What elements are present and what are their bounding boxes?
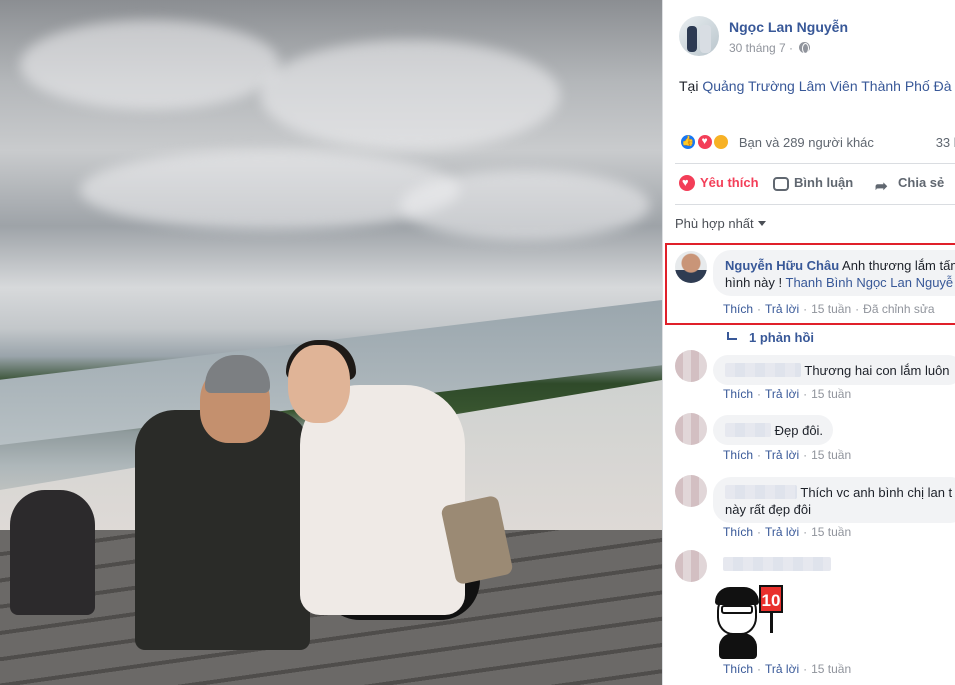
sort-dropdown[interactable]: Phù hợp nhất xyxy=(675,216,766,231)
comment-text: Thích vc anh bình chị lan t xyxy=(800,485,953,500)
redacted-name xyxy=(725,363,801,377)
share-label: Chia sẻ xyxy=(898,175,945,190)
author-name[interactable]: Ngọc Lan Nguyễn xyxy=(729,19,848,35)
comment-reply-link[interactable]: Trả lời xyxy=(765,525,799,539)
comment-actions: Thích · Trả lời · 15 tuần xyxy=(723,662,852,676)
mention-link[interactable]: Thanh Bình Ngọc Lan Nguyễ xyxy=(786,275,954,290)
author-avatar[interactable] xyxy=(679,16,719,56)
love-reaction-icon: ♥ xyxy=(695,133,714,151)
commenter-avatar[interactable] xyxy=(675,475,707,507)
comment-actions: Thích · Trả lời · 15 tuần xyxy=(723,525,852,539)
share-button[interactable]: ➦ Chia sẻ xyxy=(875,175,944,194)
comment-time[interactable]: 15 tuần xyxy=(811,662,851,676)
comment-reply-link[interactable]: Trả lời xyxy=(765,662,799,676)
comment-time[interactable]: 15 tuần xyxy=(811,387,851,401)
location-prefix: Tại xyxy=(679,78,699,94)
commenter-name[interactable]: Nguyễn Hữu Châu xyxy=(725,258,839,273)
comment-like-link[interactable]: Thích xyxy=(723,525,753,539)
comment-actions: Thích · Trả lời · 15 tuần · Đã chỉnh sửa xyxy=(723,302,935,316)
commenter-avatar[interactable] xyxy=(675,413,707,445)
comment-actions: Thích · Trả lời · 15 tuần xyxy=(723,448,852,462)
comments-count[interactable]: 33 b xyxy=(936,135,955,150)
sticker-sign-stick xyxy=(770,613,773,633)
reactions-summary[interactable]: 👍 ♥ Bạn và 289 người khác xyxy=(679,133,874,153)
like-reaction-icon: 👍 xyxy=(679,133,697,151)
divider xyxy=(675,204,955,205)
comment-label: Bình luận xyxy=(794,175,854,190)
redacted-name xyxy=(725,423,771,437)
redacted-name xyxy=(725,485,797,499)
comment-like-link[interactable]: Thích xyxy=(723,387,753,401)
commenter-avatar[interactable] xyxy=(675,251,707,283)
post-location: Tại Quảng Trường Lâm Viên Thành Phố Đà xyxy=(679,78,952,94)
sticker-image[interactable]: 10 xyxy=(715,585,785,660)
replies-label: 1 phản hồi xyxy=(749,330,814,345)
share-arrow-icon: ➦ xyxy=(875,178,888,195)
comment-reply-link[interactable]: Trả lời xyxy=(765,302,799,316)
background-person xyxy=(10,490,95,615)
comment-like-link[interactable]: Thích xyxy=(723,448,753,462)
sticker-score-sign: 10 xyxy=(759,585,783,613)
post-sidebar: Ngọc Lan Nguyễn 30 tháng 7 · Tại Quảng T… xyxy=(662,0,955,685)
reply-arrow-icon xyxy=(727,332,737,340)
comment-like-link[interactable]: Thích xyxy=(723,302,753,316)
man-figure xyxy=(135,410,310,650)
comment-like-link[interactable]: Thích xyxy=(723,662,753,676)
reactions-text: Bạn và 289 người khác xyxy=(738,134,874,150)
comment-bubble: Thích vc anh bình chị lan t này rất đẹp … xyxy=(713,477,955,523)
comment-time[interactable]: 15 tuần xyxy=(811,302,851,316)
comment-bubble: Thương hai con lắm luôn xyxy=(713,355,955,385)
comment-reply-link[interactable]: Trả lời xyxy=(765,448,799,462)
comment-text: Anh thương lắm tấm xyxy=(842,258,955,273)
comment-actions: Thích · Trả lời · 15 tuần xyxy=(723,387,852,401)
commenter-name[interactable] xyxy=(723,557,831,572)
comment-reply-link[interactable]: Trả lời xyxy=(765,387,799,401)
haha-reaction-icon xyxy=(712,133,731,151)
comment-bubble: Nguyễn Hữu Châu Anh thương lắm tấm hình … xyxy=(713,250,955,296)
post-meta: 30 tháng 7 · xyxy=(729,41,811,55)
comment-bubble: Đẹp đôi. xyxy=(713,415,833,445)
edited-label: Đã chỉnh sửa xyxy=(863,302,935,316)
sticker-body xyxy=(719,633,757,659)
divider xyxy=(675,163,955,164)
action-bar: Yêu thích Bình luận ➦ Chia sẻ xyxy=(663,165,955,203)
redacted-name xyxy=(723,557,831,571)
caret-down-icon xyxy=(757,221,766,226)
comment-text: Thương hai con lắm luôn xyxy=(804,363,950,378)
comment-time[interactable]: 15 tuần xyxy=(811,525,851,539)
like-label: Yêu thích xyxy=(700,175,759,190)
post-photo[interactable] xyxy=(0,0,662,685)
location-link[interactable]: Quảng Trường Lâm Viên Thành Phố Đà xyxy=(702,78,951,94)
view-replies-link[interactable]: 1 phản hồi xyxy=(727,330,814,345)
heart-icon xyxy=(679,175,695,191)
commenter-avatar[interactable] xyxy=(675,350,707,382)
commenter-avatar[interactable] xyxy=(675,550,707,582)
comment-text: Đẹp đôi. xyxy=(774,423,824,438)
comment-text: hình này ! xyxy=(725,275,783,290)
woman-head xyxy=(288,345,350,423)
comment-text: này rất đẹp đôi xyxy=(725,502,812,517)
sort-label: Phù hợp nhất xyxy=(675,216,754,231)
sticker-glasses xyxy=(721,605,753,614)
comment-button[interactable]: Bình luận xyxy=(773,175,853,191)
comment-time[interactable]: 15 tuần xyxy=(811,448,851,462)
post-date[interactable]: 30 tháng 7 · xyxy=(729,41,793,55)
comment-bubble-icon xyxy=(773,177,789,191)
globe-icon[interactable] xyxy=(799,42,811,54)
sticker-hair xyxy=(715,587,759,605)
like-button[interactable]: Yêu thích xyxy=(679,175,759,191)
